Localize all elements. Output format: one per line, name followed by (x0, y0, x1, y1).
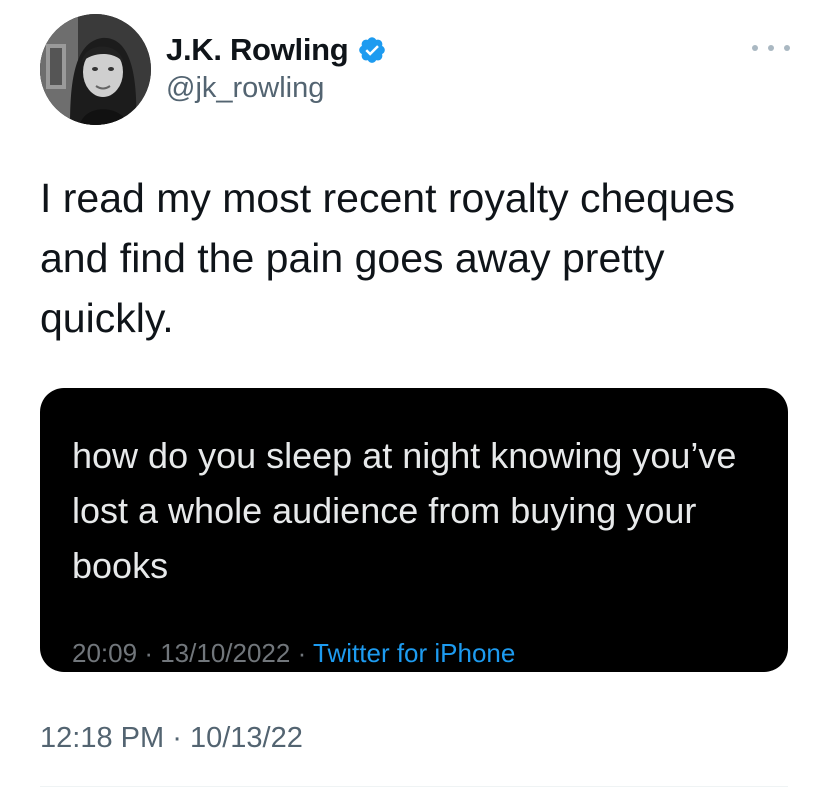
quoted-tweet-source-link[interactable]: Twitter for iPhone (313, 638, 515, 668)
verified-badge-icon (357, 35, 387, 65)
author-name-row: J.K. Rowling (166, 32, 387, 68)
separator: · (172, 722, 182, 754)
divider (40, 786, 788, 787)
more-dot-icon (784, 45, 790, 51)
separator: · (297, 638, 307, 668)
tweet-text: I read my most recent royalty cheques an… (40, 175, 736, 341)
tweet-timestamp[interactable]: 12:18 PM · 10/13/22 (40, 722, 303, 755)
quoted-tweet-time: 20:09 (72, 638, 138, 668)
quoted-tweet-card[interactable]: how do you sleep at night knowing you’ve… (40, 388, 788, 672)
more-options-icon[interactable] (752, 36, 790, 60)
quoted-tweet-date: 13/10/2022 (160, 638, 291, 668)
author-handle[interactable]: @jk_rowling (166, 72, 324, 105)
separator: · (144, 638, 153, 668)
avatar-image (40, 14, 151, 125)
quoted-tweet-text: how do you sleep at night knowing you’ve… (72, 435, 737, 586)
author-display-name[interactable]: J.K. Rowling (166, 32, 349, 68)
tweet-time: 12:18 PM (40, 722, 165, 754)
quoted-tweet-meta: 20:09 · 13/10/2022 · Twitter for iPhone (72, 638, 515, 669)
more-dot-icon (768, 45, 774, 51)
more-dot-icon (752, 45, 758, 51)
avatar[interactable] (40, 14, 151, 125)
tweet-date: 10/13/22 (189, 722, 303, 754)
